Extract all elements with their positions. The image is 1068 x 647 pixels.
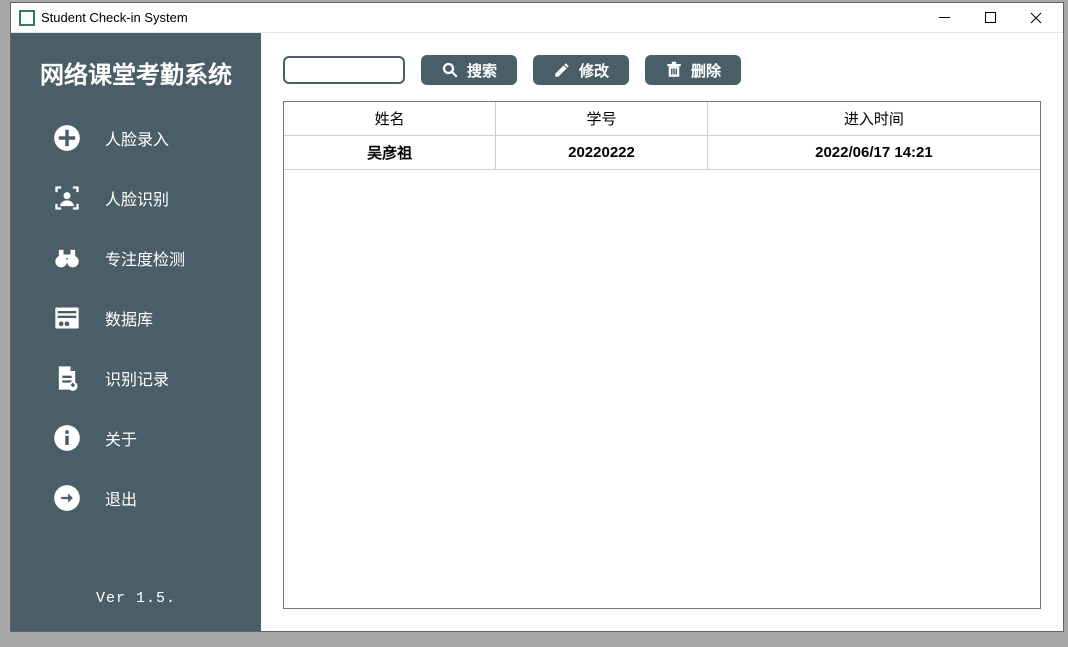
nav-attention-detection[interactable]: 专注度检测 xyxy=(23,228,249,288)
window-title: Student Check-in System xyxy=(41,10,921,25)
close-button[interactable] xyxy=(1013,4,1059,32)
app-icon xyxy=(19,10,35,26)
button-label: 删除 xyxy=(691,60,721,81)
cell-name: 吴彦祖 xyxy=(284,136,496,170)
titlebar: Student Check-in System xyxy=(11,3,1063,33)
edit-icon xyxy=(553,61,571,79)
info-circle-icon xyxy=(53,424,81,452)
client-area: 网络课堂考勤系统 人脸录入 人脸识别 xyxy=(11,33,1063,631)
nav-records[interactable]: 识别记录 xyxy=(23,348,249,408)
cell-time: 2022/06/17 14:21 xyxy=(707,136,1040,170)
records-table: 姓名 学号 进入时间 吴彦祖 20220222 2022/06/17 14:21 xyxy=(284,102,1040,170)
window-controls xyxy=(921,4,1059,32)
nav-face-recognition[interactable]: 人脸识别 xyxy=(23,168,249,228)
trash-icon xyxy=(665,61,683,79)
plus-circle-icon xyxy=(53,124,81,152)
nav-face-enroll[interactable]: 人脸录入 xyxy=(23,108,249,168)
col-time: 进入时间 xyxy=(707,102,1040,136)
cell-id: 20220222 xyxy=(496,136,708,170)
nav-about[interactable]: 关于 xyxy=(23,408,249,468)
nav-label: 关于 xyxy=(105,426,137,450)
binoculars-icon xyxy=(53,244,81,272)
table-header-row: 姓名 学号 进入时间 xyxy=(284,102,1040,136)
search-button[interactable]: 搜索 xyxy=(421,55,517,85)
table-row[interactable]: 吴彦祖 20220222 2022/06/17 14:21 xyxy=(284,136,1040,170)
face-scan-icon xyxy=(53,184,81,212)
search-icon xyxy=(441,61,459,79)
nav-database[interactable]: 数据库 xyxy=(23,288,249,348)
nav-label: 人脸识别 xyxy=(105,186,169,210)
nav: 人脸录入 人脸识别 专注度检测 xyxy=(11,108,261,528)
exit-icon xyxy=(53,484,81,512)
nav-label: 识别记录 xyxy=(105,366,169,390)
nav-label: 专注度检测 xyxy=(105,246,185,270)
nav-exit[interactable]: 退出 xyxy=(23,468,249,528)
col-id: 学号 xyxy=(496,102,708,136)
button-label: 修改 xyxy=(579,60,609,81)
toolbar: 搜索 修改 删除 xyxy=(283,55,1041,85)
nav-label: 退出 xyxy=(105,486,137,510)
version-label: Ver 1.5. xyxy=(11,566,261,631)
search-input[interactable] xyxy=(283,56,405,84)
nav-label: 人脸录入 xyxy=(105,126,169,150)
button-label: 搜索 xyxy=(467,60,497,81)
nav-label: 数据库 xyxy=(105,306,153,330)
sidebar: 网络课堂考勤系统 人脸录入 人脸识别 xyxy=(11,33,261,631)
database-icon xyxy=(53,304,81,332)
maximize-button[interactable] xyxy=(967,4,1013,32)
app-title: 网络课堂考勤系统 xyxy=(11,41,261,108)
app-window: Student Check-in System 网络课堂考勤系统 人脸录入 xyxy=(10,2,1064,632)
modify-button[interactable]: 修改 xyxy=(533,55,629,85)
main-panel: 搜索 修改 删除 xyxy=(261,33,1063,631)
delete-button[interactable]: 删除 xyxy=(645,55,741,85)
document-icon xyxy=(53,364,81,392)
minimize-button[interactable] xyxy=(921,4,967,32)
records-table-container: 姓名 学号 进入时间 吴彦祖 20220222 2022/06/17 14:21 xyxy=(283,101,1041,609)
col-name: 姓名 xyxy=(284,102,496,136)
